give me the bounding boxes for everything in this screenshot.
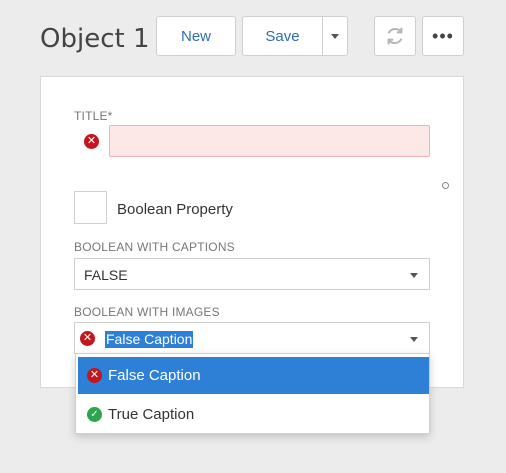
chevron-down-icon [410, 273, 418, 278]
dropdown-option-false[interactable]: ✕ False Caption [78, 357, 429, 394]
save-button[interactable]: Save [243, 28, 322, 45]
boolean-images-dropdown: ✕ False Caption ✓ True Caption [75, 353, 430, 434]
refresh-icon [387, 27, 403, 45]
title-input[interactable] [109, 125, 430, 157]
chevron-down-icon [331, 33, 339, 39]
check-icon: ✓ [87, 407, 102, 422]
refresh-button[interactable] [374, 16, 416, 56]
boolean-images-value: False Caption [105, 331, 194, 348]
form-panel: TITLE* ✕ Boolean Property BOOLEAN WITH C… [40, 76, 464, 388]
save-options-toggle[interactable] [322, 17, 347, 55]
boolean-property-checkbox[interactable] [74, 191, 107, 224]
boolean-captions-label: BOOLEAN WITH CAPTIONS [74, 240, 235, 254]
boolean-images-select[interactable]: ✕ False Caption [74, 322, 430, 354]
chevron-down-icon [410, 337, 418, 342]
page-title: Object 1 [40, 24, 150, 54]
save-split-button: Save [242, 16, 348, 56]
more-options-button[interactable]: ••• [422, 16, 464, 56]
boolean-images-label: BOOLEAN WITH IMAGES [74, 305, 220, 319]
new-button[interactable]: New [156, 16, 236, 56]
dropdown-option-true[interactable]: ✓ True Caption [78, 396, 429, 433]
resize-handle[interactable] [442, 182, 449, 189]
boolean-property-label: Boolean Property [117, 201, 233, 218]
boolean-captions-select[interactable]: FALSE [74, 258, 430, 290]
dropdown-option-label: True Caption [108, 406, 195, 423]
error-icon: ✕ [84, 134, 99, 149]
dropdown-option-label: False Caption [108, 367, 201, 384]
error-icon: ✕ [80, 331, 95, 346]
title-field-label: TITLE* [74, 109, 113, 123]
boolean-captions-value: FALSE [84, 267, 128, 283]
error-icon: ✕ [87, 368, 102, 383]
